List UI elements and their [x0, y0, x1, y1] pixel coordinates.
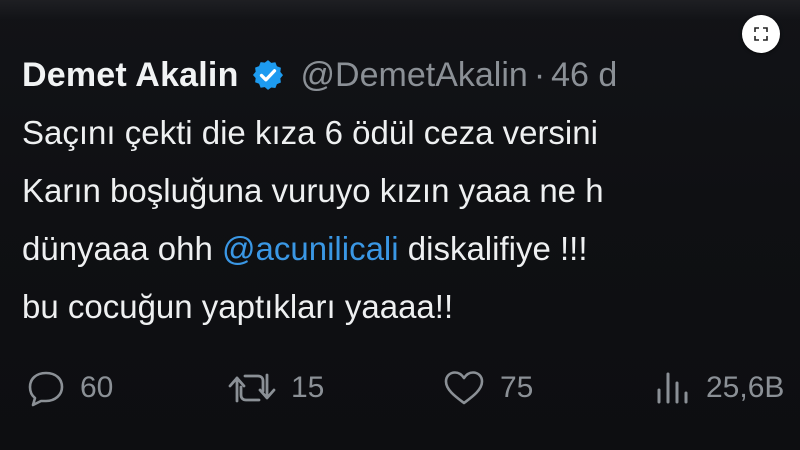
tweet-line-text: bu cocuğun yaptıkları yaaaa!! [22, 288, 454, 325]
tweet-line-text: diskalifiye !!! [398, 230, 588, 267]
views-icon [657, 372, 688, 404]
tweet-text: Saçını çekti die kıza 6 ödül ceza versin… [22, 104, 800, 336]
retweet-button[interactable]: 15 [227, 358, 324, 418]
reply-count: 60 [80, 371, 114, 404]
tweet-actions: 60 15 75 25,6B [22, 358, 800, 418]
retweet-count: 15 [291, 371, 325, 404]
verified-badge-icon [251, 58, 285, 92]
tweet-line-text: Saçını çekti die kıza 6 ödül ceza versin… [22, 114, 598, 151]
views-count: 25,6B [706, 371, 785, 404]
expand-icon [754, 27, 768, 41]
mention-link[interactable]: @acunilicali [222, 230, 399, 267]
like-button[interactable]: 75 [442, 358, 533, 418]
views-button[interactable]: 25,6B [652, 358, 784, 418]
retweet-icon [228, 373, 276, 403]
heart-icon [444, 371, 484, 405]
tweet-screenshot: Demet Akalin @DemetAkalin · 46 d Saçını … [0, 0, 800, 450]
tweet-line: Saçını çekti die kıza 6 ödül ceza versin… [22, 104, 800, 162]
separator-dot: · [533, 55, 546, 94]
user-handle[interactable]: @DemetAkalin [301, 56, 528, 95]
display-name[interactable]: Demet Akalin [22, 56, 239, 95]
tweet-line-text: Karın boşluğuna vuruyo kızın yaaa ne h [22, 172, 604, 209]
tweet-line-text: dünyaaa ohh [22, 230, 223, 267]
like-count: 75 [500, 371, 534, 404]
reply-button[interactable]: 60 [26, 358, 113, 418]
top-edge [0, 0, 800, 20]
timestamp[interactable]: 46 d [551, 56, 617, 95]
tweet-line: bu cocuğun yaptıkları yaaaa!! [22, 278, 800, 336]
tweet-header: Demet Akalin @DemetAkalin · 46 d [22, 50, 800, 100]
reply-icon [28, 371, 64, 407]
tweet-line: Karın boşluğuna vuruyo kızın yaaa ne h [22, 162, 800, 220]
tweet-line: dünyaaa ohh @acunilicali diskalifiye !!! [22, 220, 800, 278]
expand-button[interactable] [742, 15, 780, 53]
tweet: Demet Akalin @DemetAkalin · 46 d Saçını … [22, 50, 800, 336]
